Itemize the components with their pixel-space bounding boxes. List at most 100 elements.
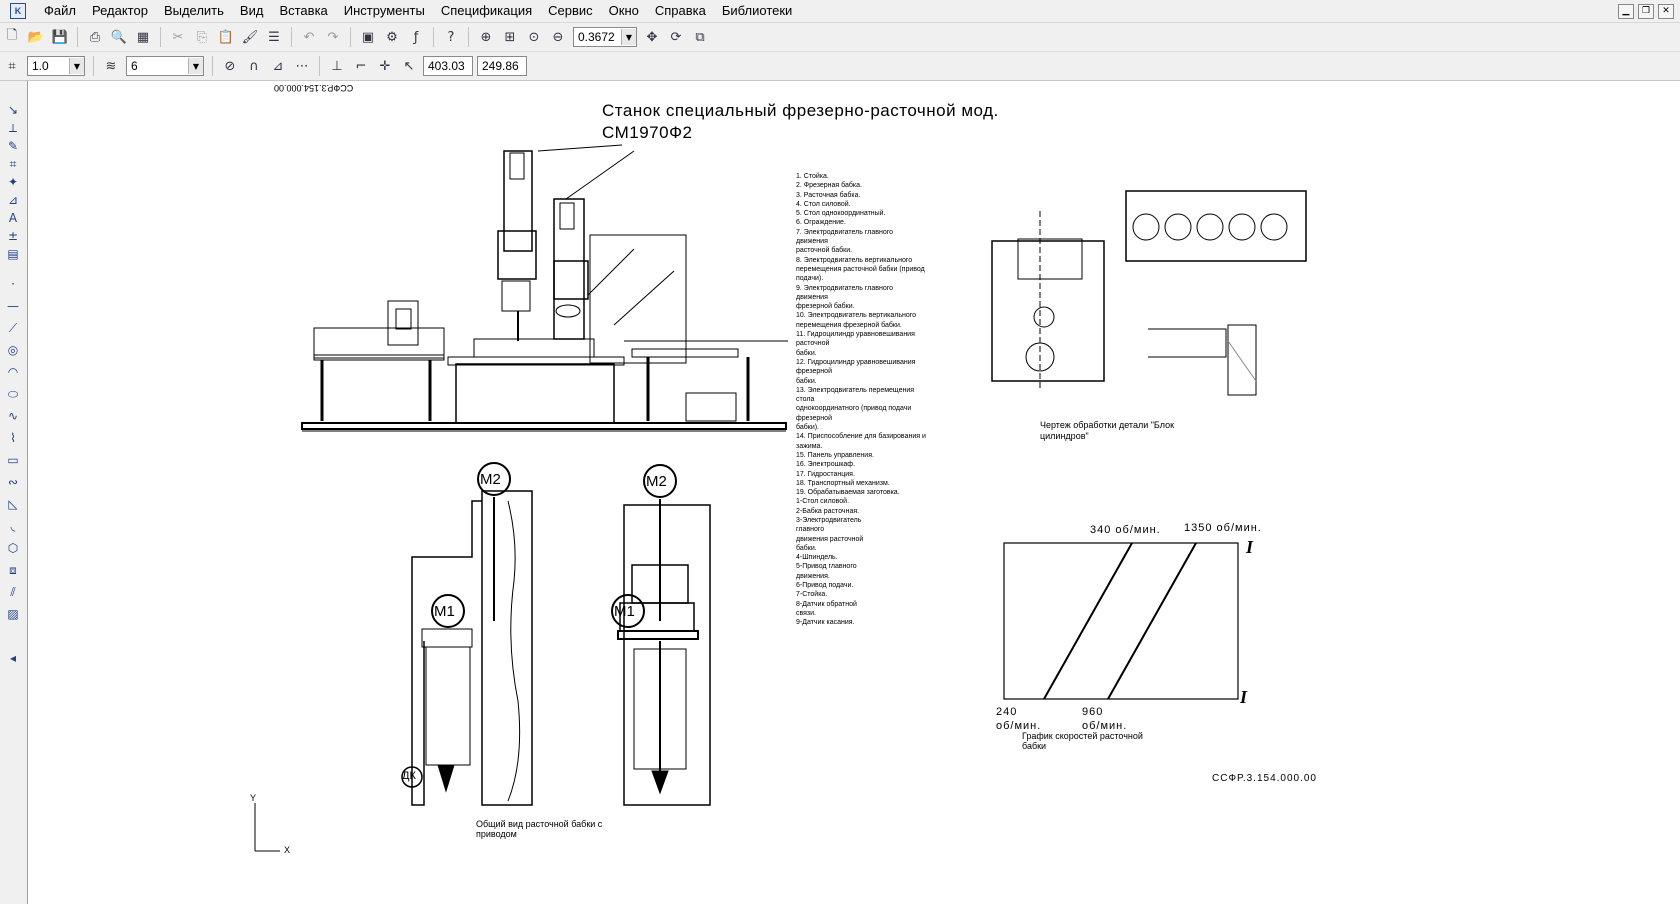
point-icon[interactable]: ·	[3, 275, 23, 293]
legend-line: бабки.	[796, 377, 817, 385]
geometry-icon[interactable]: ↘	[3, 101, 23, 119]
legend-line: 18. Транспортный механизм.	[796, 479, 890, 487]
polygon-icon[interactable]: ⧈	[3, 561, 23, 579]
paste-icon[interactable]: 📋	[215, 26, 237, 48]
reports-icon[interactable]: ▤	[3, 245, 23, 263]
cursor-coords-icon[interactable]: ↖	[398, 55, 420, 77]
chevron-down-icon[interactable]: ▼	[69, 58, 84, 74]
contour-icon[interactable]: ▭	[3, 451, 23, 469]
print-icon[interactable]: ⎙	[84, 26, 106, 48]
grid-icon[interactable]: ⋯	[291, 55, 313, 77]
legend-line: подачи).	[796, 275, 824, 283]
ellipse-icon[interactable]: ⬭	[3, 385, 23, 403]
zoom-window-icon[interactable]: ⊞	[499, 26, 521, 48]
chevron-down-icon[interactable]: ▼	[188, 58, 203, 74]
close-icon[interactable]: ✕	[1658, 4, 1674, 19]
legend-line: 4. Стол силовой.	[796, 200, 851, 208]
legend-line: 6. Ограждение.	[796, 219, 846, 227]
local-cs-icon[interactable]: ⊥	[326, 55, 348, 77]
menu-service[interactable]: Сервис	[540, 0, 601, 22]
rectangle-icon[interactable]: ⬡	[3, 539, 23, 557]
zoom-all-icon[interactable]: ⊙	[523, 26, 545, 48]
cut-icon[interactable]: ✂	[167, 26, 189, 48]
library-manager-icon[interactable]: ▣	[357, 26, 379, 48]
symbols-icon[interactable]: ✎	[3, 137, 23, 155]
magnet-icon[interactable]: ∩	[243, 55, 265, 77]
zoom-scale-icon[interactable]: ⊖	[547, 26, 569, 48]
zoom-in-icon[interactable]: ⊕	[475, 26, 497, 48]
bottom-stamp: ССФР.3.154.000.00	[1212, 773, 1317, 784]
properties-icon[interactable]: ☰	[263, 26, 285, 48]
hatch-icon[interactable]: ▨	[3, 605, 23, 623]
legend-line: 5. Стол однокоординатный.	[796, 210, 886, 218]
layer-combo[interactable]: 6 ▼	[126, 56, 204, 76]
measure-icon[interactable]: ⊿	[3, 191, 23, 209]
copy-icon[interactable]: ⎘	[191, 26, 213, 48]
menu-file[interactable]: Файл	[36, 0, 84, 22]
legend-line: 7. Электродвигатель главного	[796, 228, 894, 236]
snap-binding-icon[interactable]: ⊘	[219, 55, 241, 77]
coord-x-field[interactable]: 403.03	[423, 56, 473, 76]
drawing-canvas[interactable]: ССФР.3.154.000.00 Станок специальный фре…	[28, 81, 1680, 904]
menu-tools[interactable]: Инструменты	[336, 0, 433, 22]
app-icon[interactable]: K	[10, 3, 26, 19]
cursor-step-combo[interactable]: 1.0 ▼	[27, 56, 85, 76]
menu-help[interactable]: Справка	[647, 0, 714, 22]
menu-editor[interactable]: Редактор	[84, 0, 156, 22]
open-icon[interactable]: 📂	[25, 26, 47, 48]
more-tools-icon[interactable]: ◂	[3, 649, 23, 667]
menu-insert[interactable]: Вставка	[271, 0, 335, 22]
arc-icon[interactable]: ◠	[3, 363, 23, 381]
motor-m1-left-label: M1	[434, 603, 455, 620]
save-icon[interactable]: 💾	[49, 26, 71, 48]
round-icon[interactable]: ✛	[374, 55, 396, 77]
menu-select[interactable]: Выделить	[156, 0, 232, 22]
speed-label-960: 960	[1082, 706, 1104, 718]
legend-line: стола	[796, 396, 815, 404]
pan-icon[interactable]: ✥	[641, 26, 663, 48]
ortho-mode-icon[interactable]: ⌐	[350, 55, 372, 77]
bezier-icon[interactable]: ∾	[3, 473, 23, 491]
segment-icon[interactable]: ⟋	[3, 319, 23, 337]
chevron-down-icon[interactable]: ▼	[621, 29, 636, 45]
auxiliary-line-icon[interactable]: —	[3, 297, 23, 315]
layers-icon[interactable]: ≋	[100, 55, 122, 77]
menu-bar: K Файл Редактор Выделить Вид Вставка Инс…	[0, 0, 1680, 23]
refresh-icon[interactable]: ⟳	[665, 26, 687, 48]
legend-line: 10. Электродвигатель вертикального	[796, 312, 917, 320]
menu-view[interactable]: Вид	[232, 0, 272, 22]
zoom-value: 0.3672	[578, 30, 615, 44]
chamfer-icon[interactable]: ◺	[3, 495, 23, 513]
spec-icon[interactable]: ±	[3, 227, 23, 245]
ortho-icon[interactable]: ⊿	[267, 55, 289, 77]
dimensions-icon[interactable]: ⟂	[3, 119, 23, 137]
touch-sensor-label: ДК	[402, 770, 416, 782]
menu-specification[interactable]: Спецификация	[433, 0, 540, 22]
equidistant-icon[interactable]: ⫽	[3, 583, 23, 601]
polyline-icon[interactable]: ⌇	[3, 429, 23, 447]
zoom-combo[interactable]: 0.3672 ▼	[573, 27, 637, 47]
function-icon[interactable]: ƒ	[405, 26, 427, 48]
edit-icon[interactable]: ⌗	[3, 155, 23, 173]
parametrization-icon[interactable]: ✦	[3, 173, 23, 191]
spline-icon[interactable]: ∿	[3, 407, 23, 425]
circle-icon[interactable]: ◎	[3, 341, 23, 359]
restore-icon[interactable]: ❐	[1638, 4, 1654, 19]
coord-y-field[interactable]: 249.86	[477, 56, 527, 76]
redo-icon[interactable]: ↷	[322, 26, 344, 48]
undo-icon[interactable]: ↶	[298, 26, 320, 48]
fillet-icon[interactable]: ◟	[3, 517, 23, 535]
variables-icon[interactable]: ⚙	[381, 26, 403, 48]
preview-icon[interactable]: 🔍	[108, 26, 130, 48]
manager-icon[interactable]: ▦	[132, 26, 154, 48]
menu-libraries[interactable]: Библиотеки	[714, 0, 800, 22]
view-options-icon[interactable]: ⧉	[689, 26, 711, 48]
new-document-icon[interactable]: 🗋	[1, 26, 23, 48]
help-pointer-icon[interactable]: ?	[440, 26, 462, 48]
menu-window[interactable]: Окно	[601, 0, 647, 22]
format-painter-icon[interactable]: 🖌	[239, 26, 261, 48]
speed-chart-caption-1: График скоростей расточной	[1022, 731, 1143, 741]
snap-step-icon[interactable]: ⌗	[1, 55, 23, 77]
minimize-icon[interactable]: ▁	[1618, 4, 1634, 19]
select-icon[interactable]: A	[3, 209, 23, 227]
